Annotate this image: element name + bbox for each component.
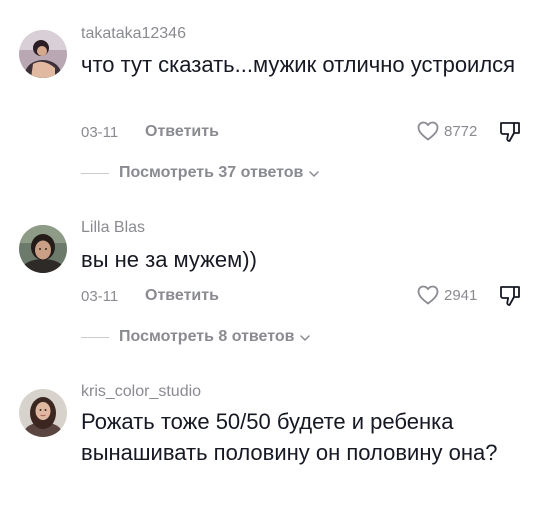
dislike-button[interactable]	[497, 119, 523, 145]
chevron-down-icon	[300, 334, 311, 341]
view-replies-label: Посмотреть 8 ответов	[119, 328, 295, 345]
like-count: 8772	[444, 122, 478, 140]
avatar[interactable]	[19, 30, 67, 78]
user-avatar-icon	[19, 225, 67, 273]
username[interactable]: Lilla Blas	[81, 219, 145, 237]
avatar[interactable]	[19, 389, 67, 437]
heart-outline-icon	[417, 121, 439, 141]
like-count: 2941	[444, 286, 478, 304]
reply-button[interactable]: Ответить	[145, 287, 219, 305]
thumbs-down-icon	[500, 286, 520, 306]
avatar[interactable]	[19, 225, 67, 273]
chevron-down-icon	[309, 170, 320, 177]
comment-text: Рожать тоже 50/50 будете и ребенка вынаш…	[81, 409, 498, 465]
user-avatar-icon	[19, 30, 67, 78]
comment-text: вы не за мужем))	[81, 247, 257, 272]
comment-date: 03-11	[81, 288, 119, 305]
view-replies-button[interactable]: Посмотреть 37 ответов	[81, 164, 320, 182]
dislike-button[interactable]	[497, 283, 523, 309]
view-replies-label: Посмотреть 37 ответов	[119, 164, 304, 181]
thumbs-down-icon	[500, 122, 520, 142]
username[interactable]: takataka12346	[81, 25, 186, 43]
user-avatar-icon	[19, 389, 67, 437]
heart-outline-icon	[417, 285, 439, 305]
like-button[interactable]: 2941	[416, 283, 477, 307]
comment-text: что тут сказать...мужик отлично устроилс…	[81, 52, 516, 77]
username[interactable]: kris_color_studio	[81, 383, 201, 401]
view-replies-button[interactable]: Посмотреть 8 ответов	[81, 328, 311, 346]
reply-button[interactable]: Ответить	[145, 123, 219, 141]
divider-line	[81, 172, 109, 174]
comment-date: 03-11	[81, 124, 119, 141]
divider-line	[81, 336, 109, 338]
like-button[interactable]: 8772	[416, 119, 477, 143]
